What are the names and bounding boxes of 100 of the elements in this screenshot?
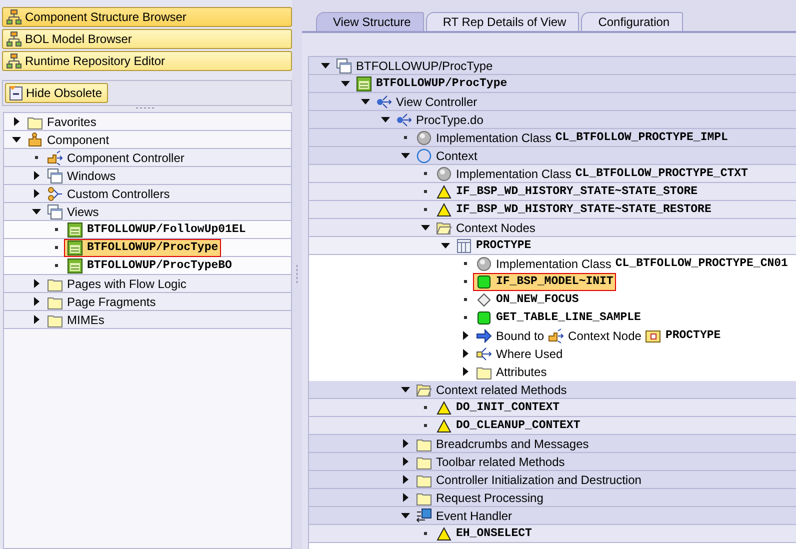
tree-node[interactable]: Implementation Class CL_BTFOLLOW_PROCTYPE_IMPL [414, 130, 730, 146]
tree-node[interactable]: Breadcrumbs and Messages [414, 436, 591, 452]
collapsed-triangle-icon[interactable] [14, 117, 20, 126]
collapsed-triangle-icon[interactable] [402, 493, 408, 502]
node-label: Context Node [568, 328, 642, 342]
event-handler-icon [416, 508, 432, 524]
tree-node[interactable]: Context related Methods [414, 382, 569, 398]
tree-node[interactable]: ON_NEW_FOCUS [474, 292, 581, 308]
expanded-triangle-icon[interactable] [401, 152, 410, 158]
tree-node[interactable]: Component [25, 132, 112, 148]
expanded-triangle-icon[interactable] [421, 224, 430, 230]
tree-node[interactable]: PROCTYPE [454, 238, 534, 254]
tree-node[interactable]: Bound to Context Node PROCTYPE [474, 328, 723, 344]
view-icon [67, 240, 83, 256]
tree-node[interactable]: Toolbar related Methods [414, 454, 567, 470]
bullet-icon [424, 532, 428, 536]
node-label: Page Fragments [67, 294, 156, 308]
collapsed-triangle-icon[interactable] [402, 439, 408, 448]
tree-node[interactable]: GET_TABLE_LINE_SAMPLE [474, 310, 643, 326]
tree-node[interactable]: Component Controller [45, 150, 186, 166]
node-label: MIMEs [67, 312, 104, 326]
tree-node[interactable]: BTFOLLOWUP/ProcTypeBO [65, 258, 234, 274]
tree-node[interactable]: MIMEs [45, 312, 106, 328]
tab[interactable]: Configuration [581, 12, 683, 31]
nav-button[interactable]: BOL Model Browser [2, 29, 292, 49]
tab[interactable]: RT Rep Details of View [426, 12, 580, 31]
bullet-icon [54, 264, 58, 268]
nav-button[interactable]: Component Structure Browser [2, 7, 292, 27]
tree-node[interactable]: DO_INIT_CONTEXT [434, 400, 562, 416]
expanded-triangle-icon[interactable] [401, 512, 410, 518]
node-label: Favorites [47, 114, 96, 128]
collapsed-triangle-icon[interactable] [462, 331, 468, 340]
expanded-triangle-icon[interactable] [441, 242, 450, 248]
collapsed-triangle-icon[interactable] [34, 279, 40, 288]
hierarchy-icon [6, 53, 22, 69]
tree-node[interactable]: Context [414, 148, 480, 164]
bullet-icon [424, 190, 428, 194]
expanded-triangle-icon[interactable] [341, 80, 350, 86]
tree-node[interactable]: Event Handler [414, 508, 514, 524]
collapsed-triangle-icon[interactable] [34, 189, 40, 198]
tree-node[interactable]: BTFOLLOWUP/ProcType [354, 76, 510, 92]
tree-node[interactable]: EH_ONSELECT [434, 526, 534, 542]
code-label: DO_INIT_CONTEXT [456, 401, 560, 414]
view-icon [67, 258, 83, 274]
collapsed-triangle-icon[interactable] [462, 349, 468, 358]
bullet-icon [404, 136, 408, 140]
collapsed-triangle-icon[interactable] [402, 457, 408, 466]
tree-node[interactable]: IF_BSP_WD_HISTORY_STATE~STATE_STORE [434, 184, 700, 200]
collapsed-triangle-icon[interactable] [34, 171, 40, 180]
collapsed-triangle-icon[interactable] [402, 475, 408, 484]
expanded-triangle-icon[interactable] [321, 62, 330, 68]
where-used-icon [476, 346, 492, 362]
tree-node[interactable]: Context Nodes [434, 220, 538, 236]
nav-button[interactable]: Runtime Repository Editor [2, 51, 292, 71]
tree-node[interactable]: Attributes [474, 364, 549, 380]
tree-node[interactable]: IF_BSP_MODEL~INIT [474, 274, 616, 290]
tree-node[interactable]: Page Fragments [45, 294, 158, 310]
tree-node[interactable]: Controller Initialization and Destruction [414, 472, 644, 488]
tree-node[interactable]: DO_CLEANUP_CONTEXT [434, 418, 582, 434]
tree-node[interactable]: Windows [45, 168, 118, 184]
branch-icon [396, 112, 412, 128]
tree-node[interactable]: IF_BSP_WD_HISTORY_STATE~STATE_RESTORE [434, 202, 714, 218]
code-label: EH_ONSELECT [456, 527, 532, 540]
code-label: IF_BSP_WD_HISTORY_STATE~STATE_STORE [456, 185, 698, 198]
tree-node[interactable]: ProcType.do [394, 112, 486, 128]
expanded-triangle-icon[interactable] [12, 136, 21, 142]
expanded-triangle-icon[interactable] [32, 208, 41, 214]
tree-node[interactable]: View Controller [374, 94, 480, 110]
tree-node[interactable]: Implementation Class CL_BTFOLLOW_PROCTYPE_CN01 [474, 256, 790, 272]
tab[interactable]: View Structure [316, 12, 424, 31]
tree-node[interactable]: BTFOLLOWUP/ProcType [334, 58, 495, 74]
expanded-triangle-icon[interactable] [361, 98, 370, 104]
node-label: Implementation Class [436, 130, 552, 144]
resize-grip-icon[interactable] [135, 107, 157, 110]
node-label: ProcType.do [416, 112, 484, 126]
node-label: Pages with Flow Logic [67, 276, 186, 290]
tree-node[interactable]: Request Processing [414, 490, 546, 506]
bullet-icon [424, 208, 428, 212]
expanded-triangle-icon[interactable] [381, 116, 390, 122]
code-label: PROCTYPE [665, 329, 721, 342]
branch-icon [376, 94, 392, 110]
tree-node[interactable]: Implementation Class CL_BTFOLLOW_PROCTYPE_CTXT [434, 166, 750, 182]
node-label: Attributes [496, 364, 547, 378]
collapsed-triangle-icon[interactable] [34, 297, 40, 306]
resize-grip-icon[interactable] [296, 264, 298, 286]
tree-node[interactable]: Favorites [25, 114, 98, 130]
method-icon [476, 310, 492, 326]
tree-node[interactable]: Custom Controllers [45, 186, 172, 202]
expanded-triangle-icon[interactable] [401, 386, 410, 392]
node-label: View Controller [396, 94, 478, 108]
hide-obsolete-button[interactable]: Hide Obsolete [5, 83, 108, 103]
tree-node[interactable]: BTFOLLOWUP/FollowUp01EL [65, 222, 248, 238]
tree-node[interactable]: Pages with Flow Logic [45, 276, 188, 292]
tree-node[interactable]: BTFOLLOWUP/ProcType [65, 240, 220, 256]
tree-node[interactable]: Where Used [474, 346, 565, 362]
collapsed-triangle-icon[interactable] [34, 315, 40, 324]
tree-node[interactable]: Views [45, 204, 101, 220]
circle-icon [476, 256, 492, 272]
collapsed-triangle-icon[interactable] [462, 367, 468, 376]
node-label: Context [436, 148, 478, 162]
